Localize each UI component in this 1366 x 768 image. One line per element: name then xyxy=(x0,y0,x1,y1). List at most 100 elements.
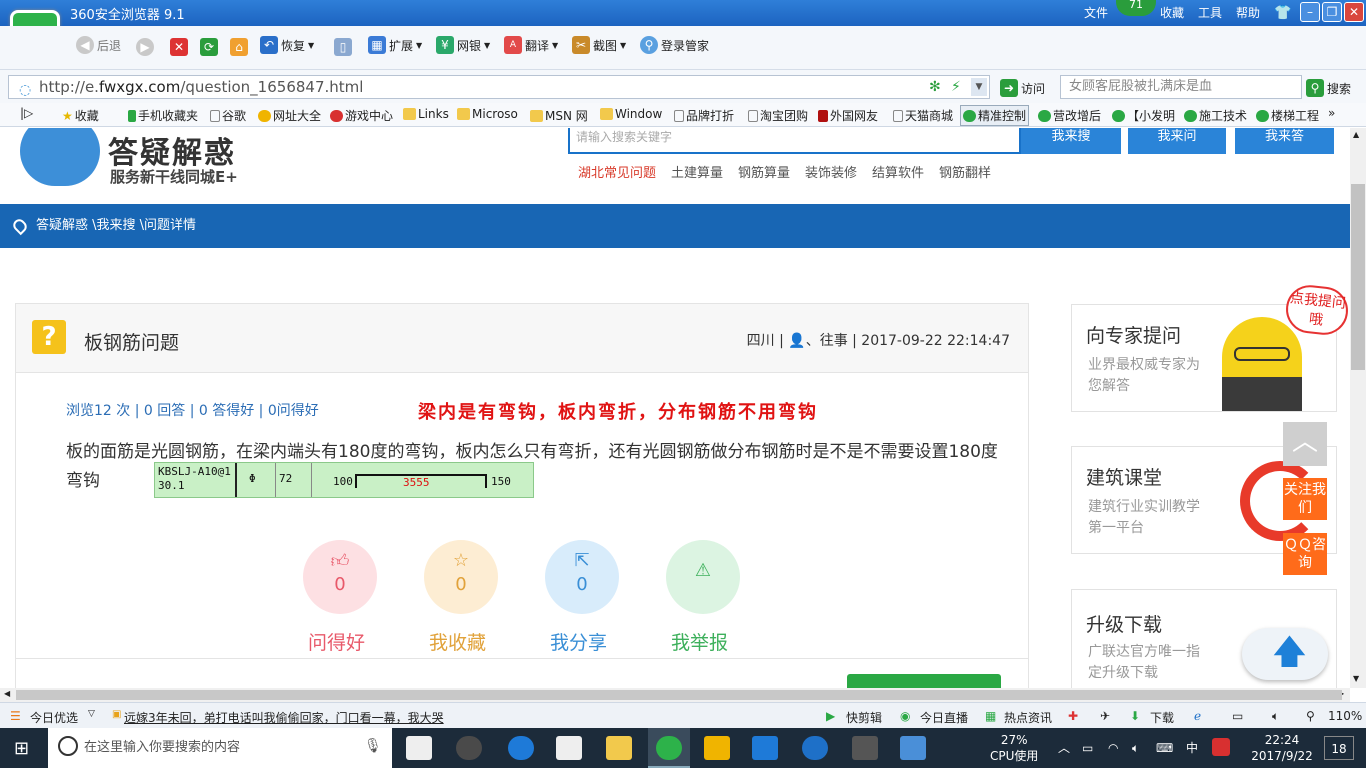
share-button[interactable]: ⇱ 0 xyxy=(545,540,619,614)
nav-link[interactable]: 装饰装修 xyxy=(805,162,857,181)
url-input[interactable]: ◌ http://e.fwxgx.com/question_1656847.ht… xyxy=(8,75,990,99)
search-input[interactable]: 女顾客屁股被扎满床是血 xyxy=(1060,75,1302,99)
bank-button[interactable]: ¥ 网银 ▼ xyxy=(436,36,490,54)
fav-item[interactable]: 游戏中心 xyxy=(330,107,393,124)
wifi-icon[interactable]: ◠ xyxy=(1108,740,1118,756)
close-icon[interactable]: ✕ xyxy=(1344,2,1364,22)
hot-news[interactable]: 热点资讯 xyxy=(1004,709,1052,726)
horizontal-scroll-thumb[interactable] xyxy=(16,690,1342,700)
file-explorer-icon[interactable] xyxy=(606,736,632,760)
download-button[interactable]: 下载 xyxy=(1150,709,1174,726)
search-button[interactable]: 我来搜 xyxy=(1021,128,1121,154)
restore-icon[interactable]: ❐ xyxy=(1322,2,1342,22)
site-search-input[interactable]: 请输入搜索关键字 xyxy=(568,128,1021,154)
zoom-level[interactable]: 110% xyxy=(1328,709,1362,723)
app-icon[interactable] xyxy=(456,736,482,760)
fav-item[interactable]: 外国网友 xyxy=(818,107,878,124)
keyboard-icon[interactable]: ⌨ xyxy=(1156,740,1173,756)
report-label[interactable]: 我举报 xyxy=(671,628,728,655)
chevron-down-icon[interactable]: ▽ xyxy=(88,709,95,719)
qq-consult-button[interactable]: ＱＱ咨询 xyxy=(1283,533,1327,575)
breadcrumb-text[interactable]: 答疑解惑 \我来搜 \问题详情 xyxy=(36,218,196,233)
taskbar-search[interactable]: 在这里输入你要搜索的内容 xyxy=(48,728,392,768)
back-to-top-button[interactable]: ︿ xyxy=(1283,422,1327,466)
fav-folder[interactable]: Microso xyxy=(457,107,518,121)
search-button[interactable]: ⚲ 搜索 xyxy=(1306,79,1351,97)
nav-link[interactable]: 钢筋翻样 xyxy=(939,162,991,181)
refresh-icon[interactable]: ⟳ xyxy=(200,38,218,56)
notification-badge[interactable]: 71 xyxy=(1116,0,1156,16)
today-picks[interactable]: 今日优选 xyxy=(30,709,78,726)
restore-button[interactable]: ↶ 恢复 ▼ xyxy=(260,36,314,54)
scroll-left-icon[interactable]: ◀ xyxy=(4,689,10,698)
favorite-button[interactable]: ☆ 0 xyxy=(424,540,498,614)
back-button[interactable]: ◀ 后退 xyxy=(76,36,121,54)
extend-button[interactable]: ▦ 扩展 ▼ xyxy=(368,36,422,54)
like-button[interactable]: 👍︎ 0 xyxy=(303,540,377,614)
volume-icon[interactable]: 🔈︎ xyxy=(1132,740,1139,756)
menu-file[interactable]: 文件 xyxy=(1084,4,1108,21)
nav-link[interactable]: 结算软件 xyxy=(872,162,924,181)
screenshot-app-icon[interactable] xyxy=(900,736,926,760)
fav-item[interactable]: ★ 收藏 xyxy=(62,107,99,124)
like-label[interactable]: 问得好 xyxy=(308,628,365,655)
ime-indicator[interactable]: 中 xyxy=(1186,740,1198,756)
sidebar-toggle-icon[interactable]: |▷ xyxy=(20,106,33,120)
fav-item[interactable]: 施工技术 xyxy=(1184,107,1247,124)
taskview-icon[interactable] xyxy=(406,736,432,760)
edge-icon[interactable] xyxy=(508,736,534,760)
notes-icon[interactable] xyxy=(704,736,730,760)
fav-item-selected[interactable]: 精准控制 xyxy=(960,105,1030,126)
fav-folder[interactable]: MSN 网 xyxy=(530,107,588,124)
browser-360-taskbar-icon[interactable] xyxy=(648,728,690,768)
report-button[interactable]: ⚠ xyxy=(666,540,740,614)
fav-item[interactable]: 天猫商城 xyxy=(893,107,953,124)
nav-link[interactable]: 土建算量 xyxy=(671,162,723,181)
fav-folder[interactable]: Window xyxy=(600,107,662,121)
skin-icon[interactable]: 👕 xyxy=(1274,5,1291,21)
clock[interactable]: 22:24 2017/9/22 xyxy=(1250,732,1314,764)
security-icon[interactable]: ✻ xyxy=(929,76,941,98)
answer-button[interactable]: 我来答 xyxy=(1235,128,1334,154)
tray-expand-icon[interactable]: ︿ xyxy=(1058,740,1070,756)
mascot-logo-icon[interactable] xyxy=(20,128,100,186)
today-live[interactable]: 今日直播 xyxy=(920,709,968,726)
home-icon[interactable]: ⌂ xyxy=(230,38,248,56)
windows-start-icon[interactable]: ⊞ xyxy=(14,738,29,759)
fav-item[interactable]: 品牌打折 xyxy=(674,107,734,124)
forward-arrow-icon[interactable]: ▶ xyxy=(136,38,154,56)
follow-us-button[interactable]: 关注我们 xyxy=(1283,478,1327,520)
visit-button[interactable]: ➜ 访问 xyxy=(1000,79,1045,97)
news-ticker[interactable]: 远嫁3年未回，弟打电话叫我偷偷回家，门口看一幕，我大哭 xyxy=(124,709,444,726)
help-app-icon[interactable] xyxy=(852,736,878,760)
window-icon[interactable]: ▭ xyxy=(1232,709,1243,723)
share-label[interactable]: 我分享 xyxy=(550,628,607,655)
fav-item[interactable]: 手机收藏夹 xyxy=(128,107,198,124)
favorite-label[interactable]: 我收藏 xyxy=(429,628,486,655)
menu-help[interactable]: 帮助 xyxy=(1236,4,1260,21)
phone-icon[interactable]: ▯ xyxy=(334,38,352,56)
cpu-usage[interactable]: 27% CPU使用 xyxy=(990,732,1038,764)
ask-button[interactable]: 我来问 xyxy=(1128,128,1226,154)
screenshot-button[interactable]: ✂ 截图 ▼ xyxy=(572,36,626,54)
speed-icon[interactable]: ⚡ xyxy=(951,76,961,98)
fav-item[interactable]: 网址大全 xyxy=(258,107,321,124)
vertical-scroll-thumb[interactable] xyxy=(1351,184,1365,370)
minimize-icon[interactable]: – xyxy=(1300,2,1320,22)
more-chevron-icon[interactable]: » xyxy=(1328,106,1335,120)
today-picks-icon[interactable]: ☰ xyxy=(10,709,21,723)
nav-link[interactable]: 湖北常见问题 xyxy=(578,162,656,181)
sogou-ime-icon[interactable] xyxy=(1212,738,1230,756)
fav-item[interactable]: 谷歌 xyxy=(210,107,246,124)
store-icon[interactable] xyxy=(556,736,582,760)
fav-item[interactable]: 楼梯工程 xyxy=(1256,107,1319,124)
notification-center[interactable]: 18 xyxy=(1324,736,1354,760)
plus-icon[interactable]: ✚ xyxy=(1068,709,1078,723)
ie-icon[interactable]: ℯ xyxy=(1194,709,1201,723)
battery-icon[interactable]: ▭ xyxy=(1082,740,1093,756)
login-manager-button[interactable]: ⚲ 登录管家 xyxy=(640,36,709,54)
menu-tools[interactable]: 工具 xyxy=(1198,4,1222,21)
pin-icon[interactable]: ✈ xyxy=(1100,709,1110,723)
stop-icon[interactable]: ✕ xyxy=(170,38,188,56)
sogou-icon[interactable] xyxy=(802,736,828,760)
